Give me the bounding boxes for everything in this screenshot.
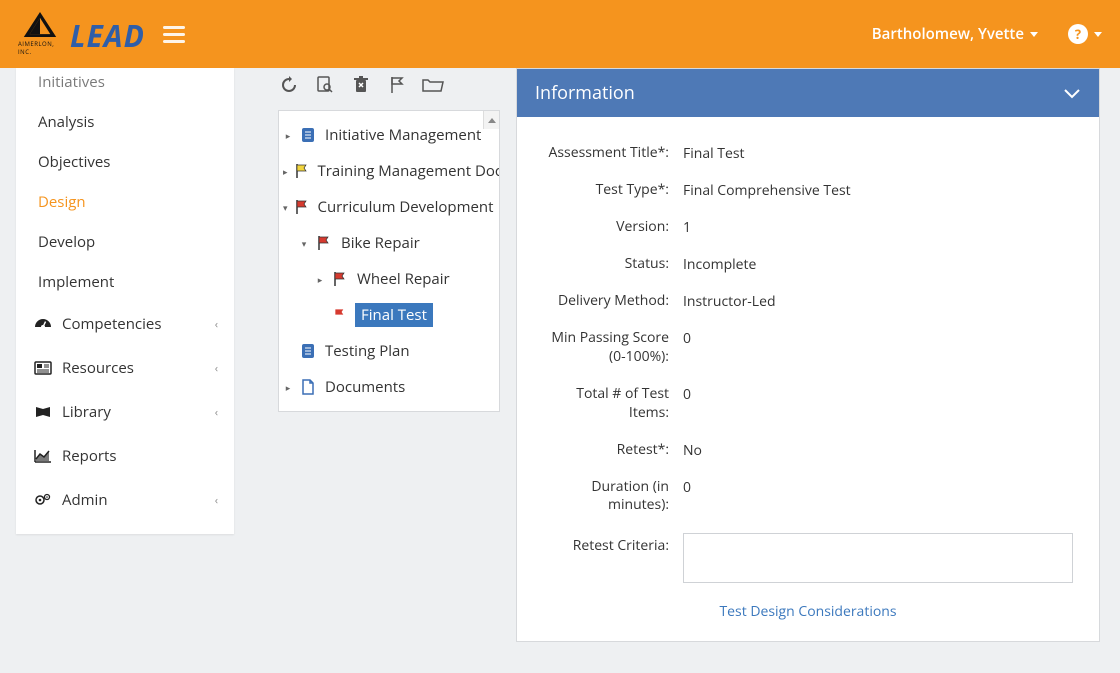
expander-icon[interactable] (283, 165, 288, 178)
chevron-left-icon: ‹ (215, 493, 218, 508)
nav-item-develop[interactable]: Develop (16, 222, 234, 262)
brand-block: AIMERLON, INC. LEAD (18, 12, 145, 56)
nav-item-objectives[interactable]: Objectives (16, 142, 234, 182)
help-icon: ? (1068, 24, 1088, 44)
nav-section-library[interactable]: Library ‹ (16, 390, 234, 434)
info-panel-header[interactable]: Information (517, 69, 1099, 117)
row-status: Status: Incomplete (543, 246, 1073, 283)
expander-icon[interactable] (283, 129, 293, 142)
test-design-considerations-link[interactable]: Test Design Considerations (719, 602, 896, 621)
newspaper-icon (34, 361, 52, 375)
tree-node-training-doc[interactable]: Training Management Doc (281, 153, 499, 189)
nav-section-resources[interactable]: Resources ‹ (16, 346, 234, 390)
row-total-items: Total # of Test Items: 0 (543, 376, 1073, 432)
main-content: Initiative Management Training Managemen… (250, 68, 1120, 662)
caret-down-icon (1030, 32, 1038, 37)
info-panel: Information Assessment Title*: Final Tes… (516, 68, 1100, 642)
nav-item-implement[interactable]: Implement (16, 262, 234, 302)
menu-toggle[interactable] (163, 22, 185, 47)
flag-red-icon (331, 307, 349, 323)
history-button[interactable] (278, 74, 300, 96)
design-considerations-row: Test Design Considerations (543, 592, 1073, 627)
tree-node-testing-plan[interactable]: Testing Plan (281, 333, 499, 369)
tree-node-initiative[interactable]: Initiative Management (281, 117, 499, 153)
tree-node-curriculum[interactable]: Curriculum Development (281, 189, 499, 225)
user-name: Bartholomew, Yvette (872, 24, 1024, 44)
expander-icon[interactable] (283, 201, 288, 214)
panel-title: Information (535, 81, 635, 105)
tree-panel: Initiative Management Training Managemen… (278, 110, 500, 412)
find-button[interactable] (314, 74, 336, 96)
flag-yellow-icon (294, 163, 310, 179)
retest-criteria-field[interactable] (683, 533, 1073, 583)
tree-node-bike[interactable]: Bike Repair (281, 225, 499, 261)
doc-icon (299, 127, 317, 143)
tree-node-documents[interactable]: Documents (281, 369, 499, 405)
chevron-left-icon: ‹ (215, 317, 218, 332)
gauge-icon (34, 317, 52, 331)
tree-node-wheel[interactable]: Wheel Repair (281, 261, 499, 297)
flag-red-icon (294, 199, 310, 215)
caret-down-icon (1094, 32, 1102, 37)
row-duration: Duration (in minutes): 0 (543, 469, 1073, 525)
help-menu[interactable]: ? (1068, 24, 1102, 44)
nav-item-design[interactable]: Design (16, 182, 234, 222)
flag-button[interactable] (386, 74, 408, 96)
nav-section-reports[interactable]: Reports (16, 434, 234, 478)
chevron-down-icon (1063, 87, 1081, 99)
folder-button[interactable] (422, 74, 444, 96)
row-min-score: Min Passing Score (0-100%): 0 (543, 320, 1073, 376)
user-menu[interactable]: Bartholomew, Yvette (872, 24, 1038, 44)
gears-icon (34, 493, 52, 507)
expander-icon[interactable] (315, 273, 325, 286)
page-icon (299, 379, 317, 395)
row-assessment-title: Assessment Title*: Final Test (543, 135, 1073, 172)
chevron-left-icon: ‹ (215, 361, 218, 376)
sidebar: Initiatives Analysis Objectives Design D… (0, 68, 250, 662)
row-retest: Retest*: No (543, 432, 1073, 469)
chart-icon (34, 449, 52, 463)
chevron-left-icon: ‹ (215, 405, 218, 420)
row-delivery: Delivery Method: Instructor-Led (543, 283, 1073, 320)
row-test-type: Test Type*: Final Comprehensive Test (543, 172, 1073, 209)
nav-item-analysis[interactable]: Analysis (16, 102, 234, 142)
product-name: LEAD (70, 15, 145, 56)
tree-toolbar (278, 68, 500, 110)
tree-node-final-test[interactable]: Final Test (281, 297, 499, 333)
nav-section-admin[interactable]: Admin ‹ (16, 478, 234, 522)
app-header: AIMERLON, INC. LEAD Bartholomew, Yvette … (0, 0, 1120, 68)
row-retest-criteria: Retest Criteria: (543, 524, 1073, 592)
company-name: AIMERLON, INC. (18, 40, 62, 56)
delete-button[interactable] (350, 74, 372, 96)
nav-item-initiatives[interactable]: Initiatives (16, 68, 234, 102)
doc-icon (299, 343, 317, 359)
flag-red-icon (331, 271, 349, 287)
expander-icon[interactable] (299, 237, 309, 250)
nav-section-competencies[interactable]: Competencies ‹ (16, 302, 234, 346)
flag-red-icon (315, 235, 333, 251)
expander-icon[interactable] (283, 381, 293, 394)
company-logo: AIMERLON, INC. (18, 12, 62, 56)
row-version: Version: 1 (543, 209, 1073, 246)
book-icon (34, 405, 52, 419)
